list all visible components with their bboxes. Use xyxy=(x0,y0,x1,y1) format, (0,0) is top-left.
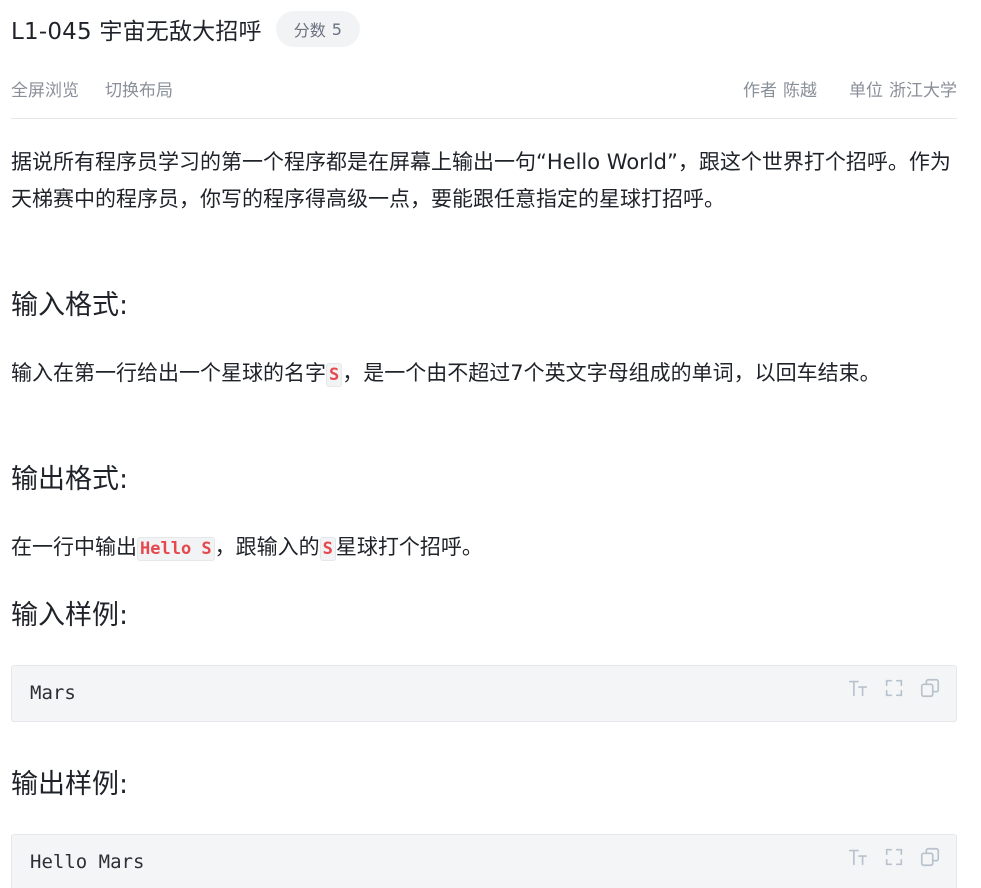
input-format-text: 输入在第一行给出一个星球的名字 S ，是一个由不超过7个英文字母组成的单词，以回车结… xyxy=(11,355,957,394)
output-format-body: 在一行中输出 Hello S ，跟输入的 S 星球打个招呼。 xyxy=(11,529,957,568)
fullscreen-link[interactable]: 全屏浏览 xyxy=(11,76,79,101)
author-info: 作者 陈越 xyxy=(743,76,817,101)
author-label: 作者 xyxy=(743,80,777,101)
score-badge: 分数 5 xyxy=(275,11,360,47)
output-format-text-1: 在一行中输出 xyxy=(11,535,137,559)
input-format-text-after: ，是一个由不超过7个英文字母组成的单词，以回车结束。 xyxy=(342,361,881,385)
input-format-section: 输入格式: xyxy=(11,286,957,326)
score-value: 5 xyxy=(331,19,342,39)
output-format-section: 输出格式: xyxy=(11,460,957,500)
problem-meta: 作者 陈越 单位 浙江大学 xyxy=(711,76,957,101)
font-size-icon[interactable] xyxy=(846,676,870,700)
sample-input-heading: 输入样例: xyxy=(11,600,129,631)
unit-info: 单位 浙江大学 xyxy=(849,76,957,101)
view-controls: 全屏浏览 切换布局 xyxy=(11,76,199,101)
output-format-heading: 输出格式: xyxy=(11,464,129,495)
switch-layout-link[interactable]: 切换布局 xyxy=(105,76,173,101)
input-format-body: 输入在第一行给出一个星球的名字 S ，是一个由不超过7个英文字母组成的单词，以回车结… xyxy=(11,355,957,394)
sample-input-codebox: Mars xyxy=(11,665,957,722)
sample-output-code: Hello Mars xyxy=(30,851,145,873)
copy-icon[interactable] xyxy=(918,676,942,700)
input-format-heading: 输入格式: xyxy=(11,290,129,321)
sample-output-section: 输出样例: xyxy=(11,765,957,805)
author-value: 陈越 xyxy=(783,80,817,101)
score-label: 分数 xyxy=(293,21,326,40)
expand-icon[interactable] xyxy=(882,845,906,869)
copy-icon[interactable] xyxy=(918,845,942,869)
meta-row: 全屏浏览 切换布局 作者 陈越 单位 浙江大学 xyxy=(11,74,957,102)
sample-output-heading: 输出样例: xyxy=(11,769,129,800)
description-text: 据说所有程序员学习的第一个程序都是在屏幕上输出一句“Hello World”，跟… xyxy=(11,150,951,211)
input-format-text-before: 输入在第一行给出一个星球的名字 xyxy=(11,361,326,385)
unit-value: 浙江大学 xyxy=(889,80,957,101)
sample-output-codebox: Hello Mars xyxy=(11,834,957,888)
sample-input-code: Mars xyxy=(30,682,76,704)
output-format-text-2: ，跟输入的 xyxy=(214,535,320,559)
problem-title: L1-045 宇宙无敌大招呼 xyxy=(11,19,262,45)
font-size-icon[interactable] xyxy=(846,845,870,869)
inline-code: Hello S xyxy=(137,537,215,561)
output-format-text: 在一行中输出 Hello S ，跟输入的 S 星球打个招呼。 xyxy=(11,529,957,568)
inline-code: S xyxy=(326,363,343,387)
problem-description: 据说所有程序员学习的第一个程序都是在屏幕上输出一句“Hello World”，跟… xyxy=(11,144,957,218)
expand-icon[interactable] xyxy=(882,676,906,700)
output-format-text-3: 星球打个招呼。 xyxy=(335,535,483,559)
divider xyxy=(11,118,957,119)
unit-label: 单位 xyxy=(849,80,883,101)
sample-input-section: 输入样例: xyxy=(11,596,957,636)
code-tools xyxy=(846,676,942,700)
title-row: L1-045 宇宙无敌大招呼 分数 5 xyxy=(11,10,360,48)
inline-code: S xyxy=(319,537,336,561)
code-tools xyxy=(846,845,942,869)
